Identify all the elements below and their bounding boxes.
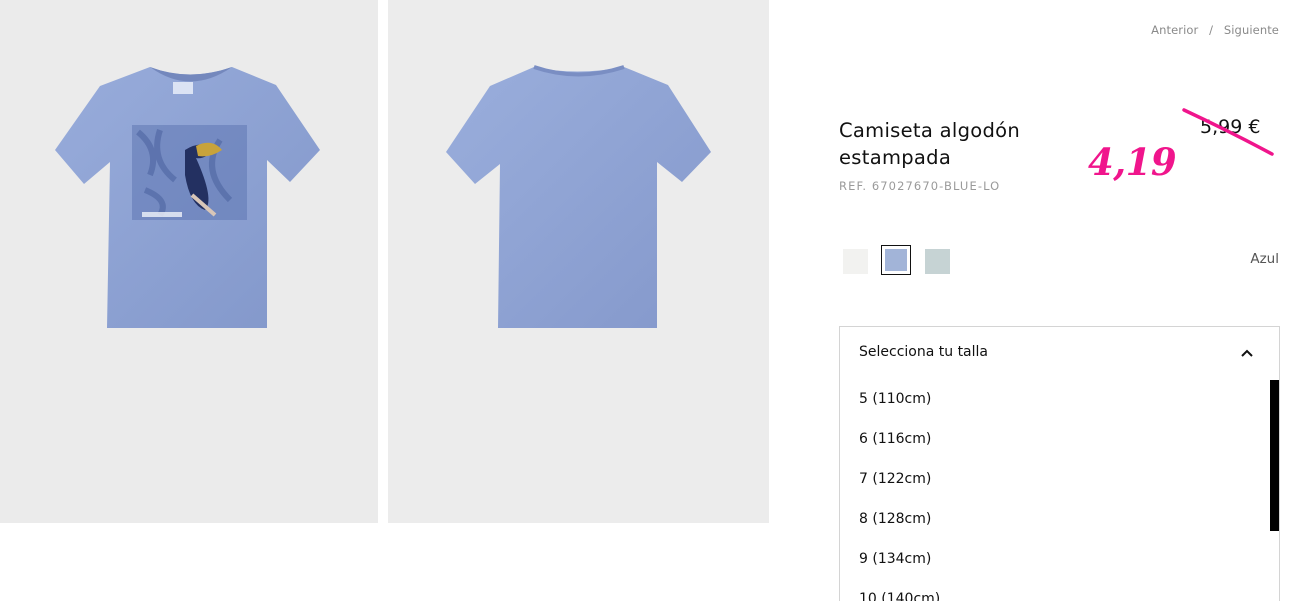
tshirt-back-illustration <box>446 65 711 328</box>
size-list-scrollbar[interactable] <box>1270 380 1279 531</box>
size-options-list: 5 (110cm) 6 (116cm) 7 (122cm) 8 (128cm) … <box>840 379 1279 601</box>
product-title: Camiseta algodón estampada <box>839 119 1021 169</box>
sale-price: 4,19 <box>1088 140 1177 184</box>
size-option[interactable]: 5 (110cm) <box>840 379 1279 419</box>
color-swatch-blue[interactable] <box>881 245 911 275</box>
size-option[interactable]: 7 (122cm) <box>840 459 1279 499</box>
product-reference: REF. 67027670-BLUE-LO <box>839 179 1001 193</box>
size-option[interactable]: 6 (116cm) <box>840 419 1279 459</box>
next-link[interactable]: Siguiente <box>1224 23 1279 37</box>
size-selector-placeholder[interactable]: Selecciona tu talla <box>859 344 988 360</box>
size-selector[interactable]: Selecciona tu talla 5 (110cm) 6 (116cm) … <box>839 326 1280 601</box>
nav-separator: / <box>1209 23 1214 37</box>
color-swatch-green[interactable] <box>925 249 950 274</box>
size-option[interactable]: 9 (134cm) <box>840 539 1279 579</box>
chevron-up-icon[interactable] <box>1240 348 1254 358</box>
product-image-front[interactable] <box>0 0 378 523</box>
selected-color-name: Azul <box>1250 251 1279 267</box>
strikethrough-line <box>1182 108 1274 156</box>
previous-link[interactable]: Anterior <box>1151 23 1198 37</box>
tshirt-front-illustration <box>55 67 320 328</box>
color-swatch-white[interactable] <box>843 249 868 274</box>
size-option[interactable]: 10 (140cm) <box>840 579 1279 601</box>
product-navigation: Anterior / Siguiente <box>1151 23 1279 37</box>
color-swatch-blue-fill <box>885 249 907 271</box>
product-image-back[interactable] <box>388 0 769 523</box>
size-option[interactable]: 8 (128cm) <box>840 499 1279 539</box>
